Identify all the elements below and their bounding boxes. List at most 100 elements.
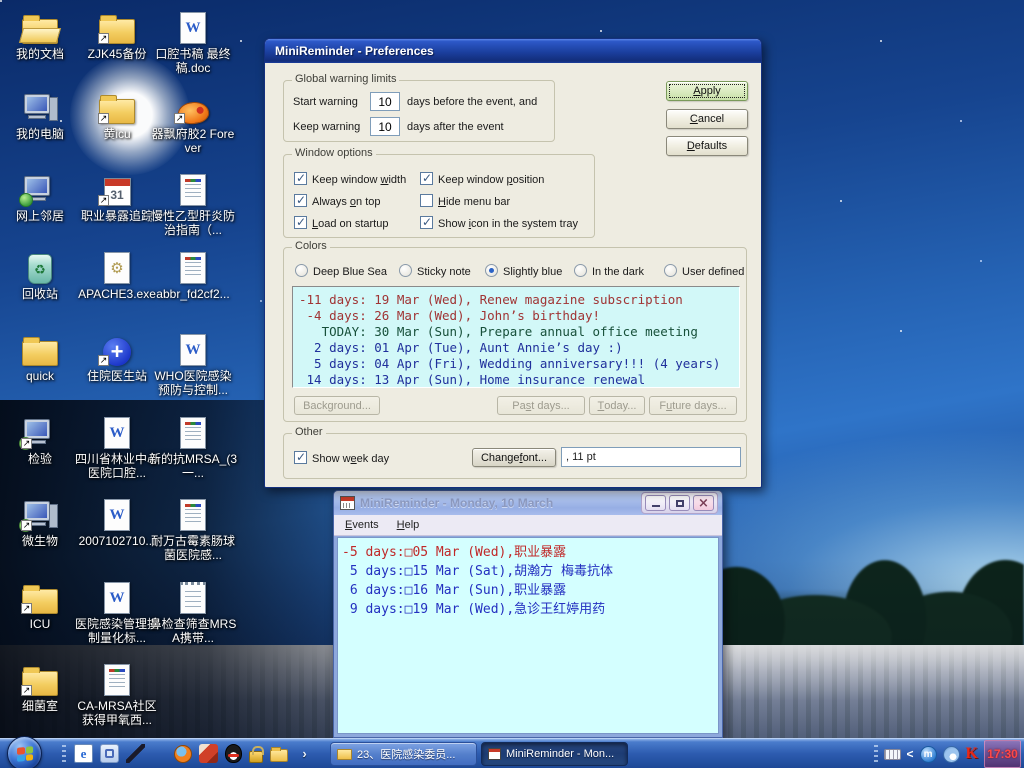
desktop-icon-2007-doc[interactable]: 2007102710... <box>73 493 161 548</box>
cancel-button[interactable]: Cancel <box>666 109 748 129</box>
desktop-icon-forever-app[interactable]: ↗器飘府胶2 Forever <box>149 86 237 155</box>
desktop-icon-apache3[interactable]: APACHE3.exe <box>73 246 161 301</box>
paint-icon[interactable] <box>199 744 218 763</box>
word-document-icon <box>104 417 130 449</box>
start-warning-label: Start warning <box>293 96 358 108</box>
checkbox-show-tray-icon[interactable]: Show icon in the system tray <box>420 216 578 230</box>
start-button[interactable] <box>7 736 42 768</box>
desktop-icon-abbr-file[interactable]: abbr_fd2cf2... <box>149 246 237 301</box>
desktop-icon-sichuan-doc[interactable]: 四川省林业中心医院口腔... <box>73 411 161 480</box>
keyboard-ime-icon[interactable] <box>884 749 901 760</box>
desktop-icon-ca-mrsa-doc[interactable]: CA-MRSA社区获得甲氧西... <box>73 658 161 727</box>
checkbox-show-week-day[interactable]: Show week day <box>294 451 389 465</box>
preview-line: TODAY: 30 Mar (Sun), Prepare annual offi… <box>299 324 733 340</box>
radio-deep-blue-sea[interactable]: Deep Blue Sea <box>295 264 387 278</box>
desktop-icon-new-mrsa[interactable]: 新的抗MRSA_(3一... <box>149 411 237 480</box>
taskbar-button-folder[interactable]: 23、医院感染委员... <box>330 742 477 766</box>
kingsoft-tray-icon[interactable]: K <box>966 745 978 763</box>
desktop-icon-who-doc[interactable]: WHO医院感染预防与控制... <box>149 328 237 397</box>
taskbar: e › 23、医院感染委员... MiniReminder - Mon... <… <box>0 738 1024 768</box>
today-button[interactable]: Today... <box>589 396 645 415</box>
checkbox-icon <box>294 451 307 464</box>
desktop-icon-bacteriology[interactable]: ↗细菌室 <box>0 658 84 713</box>
shortcut-arrow-icon: ↗ <box>21 520 32 531</box>
checkbox-keep-window-position[interactable]: Keep window position <box>420 172 544 186</box>
quick-launch-expand-icon[interactable]: › <box>295 744 314 763</box>
change-font-button[interactable]: Change font... <box>472 448 556 467</box>
keep-warning-label: Keep warning <box>293 121 360 133</box>
radio-slightly-blue[interactable]: Slightly blue <box>485 264 562 278</box>
firefox-icon[interactable] <box>174 745 192 763</box>
menu-events[interactable]: Events <box>338 517 386 533</box>
color-preview-box: -11 days: 19 Mar (Wed), Renew magazine s… <box>292 286 740 388</box>
word-document-icon <box>104 582 130 614</box>
group-legend: Window options <box>292 147 376 159</box>
defaults-button[interactable]: Defaults <box>666 136 748 156</box>
start-warning-input[interactable] <box>370 92 400 111</box>
desktop-icon-my-documents[interactable]: 我的文档 <box>0 6 84 61</box>
main-window-titlebar[interactable]: MiniReminder - Monday, 10 March × <box>334 491 722 515</box>
executable-icon <box>104 252 130 284</box>
past-days-button[interactable]: Past days... <box>497 396 585 415</box>
desktop-icon-nasal-screen-doc[interactable]: 鼻检查筛查MRSA携带... <box>149 576 237 645</box>
keep-warning-suffix: days after the event <box>407 121 504 133</box>
update-globe-icon[interactable] <box>943 746 960 763</box>
taskbar-clock[interactable]: 17:30 <box>984 740 1021 768</box>
pen-tool-icon[interactable] <box>126 744 145 763</box>
calendar-icon <box>488 748 501 760</box>
desktop-icon-doctor-station[interactable]: ↗住院医生站 <box>73 328 161 383</box>
menu-help[interactable]: Help <box>390 517 427 533</box>
window-options-group: Window options Keep window width Always … <box>283 154 595 238</box>
desktop-icon-lab-check[interactable]: ↗检验 <box>0 411 84 466</box>
preferences-titlebar[interactable]: MiniReminder - Preferences <box>265 39 761 63</box>
maximize-button[interactable] <box>669 495 690 511</box>
desktop-icon-my-computer[interactable]: 我的电脑 <box>0 86 84 141</box>
keep-warning-input[interactable] <box>370 117 400 136</box>
shortcut-arrow-icon: ↗ <box>174 113 185 124</box>
desktop-icon-huang-icu[interactable]: ↗黄icu <box>73 86 161 141</box>
minimize-button[interactable] <box>645 495 666 511</box>
computer-icon <box>22 94 58 124</box>
checkbox-load-on-startup[interactable]: Load on startup <box>294 216 388 230</box>
desktop-icon-word-doc[interactable]: 口腔书稿 最终稿.doc <box>149 6 237 75</box>
radio-user-defined[interactable]: User defined <box>664 264 744 278</box>
radio-icon <box>664 264 677 277</box>
desktop-icon-exposure-tracker[interactable]: ↗职业暴露追踪 <box>73 168 161 223</box>
checkbox-keep-window-width[interactable]: Keep window width <box>294 172 406 186</box>
desktop-icon-infection-mgmt-doc[interactable]: 医院感染管理控制量化标... <box>73 576 161 645</box>
radio-in-the-dark[interactable]: In the dark <box>574 264 644 278</box>
maxthon-tray-icon[interactable]: m <box>920 746 937 763</box>
qq-messenger-icon[interactable] <box>225 744 242 763</box>
desktop-icon-recycle-bin[interactable]: 回收站 <box>0 246 84 301</box>
event-list[interactable]: -5 days:□05 Mar (Wed),职业暴露 5 days:□15 Ma… <box>337 537 719 734</box>
radio-icon <box>574 264 587 277</box>
show-desktop-icon[interactable] <box>100 744 119 763</box>
ie-launch-icon[interactable]: e <box>74 744 93 763</box>
preferences-dialog: MiniReminder - Preferences Global warnin… <box>264 38 762 488</box>
desktop-icon-icu[interactable]: ↗ICU <box>0 576 84 631</box>
folder-launch-icon[interactable] <box>270 749 288 762</box>
desktop-icon-microbiology[interactable]: ↗微生物 <box>0 493 84 548</box>
checkbox-hide-menu-bar[interactable]: Hide menu bar <box>420 194 510 208</box>
desktop-icon-zjk45-backup[interactable]: ↗ZJK45备份 <box>73 6 161 61</box>
preview-line: 5 days: 04 Apr (Fri), Wedding anniversar… <box>299 356 733 372</box>
lock-icon[interactable] <box>249 751 263 763</box>
apply-button[interactable]: Apply <box>666 81 748 101</box>
app-calendar-icon <box>340 496 355 510</box>
tray-separator <box>874 745 878 763</box>
word-document-icon <box>104 499 130 531</box>
checkbox-always-on-top[interactable]: Always on top <box>294 194 381 208</box>
radio-sticky-note[interactable]: Sticky note <box>399 264 471 278</box>
desktop-icon-vre-doc[interactable]: 耐万古霉素肠球菌医院感... <box>149 493 237 562</box>
collapse-chevron-icon[interactable]: < <box>907 747 914 761</box>
taskbar-button-minireminder[interactable]: MiniReminder - Mon... <box>481 742 628 766</box>
desktop-icon-hepatitis-guide[interactable]: 慢性乙型肝炎防治指南（... <box>149 168 237 237</box>
font-value-field[interactable] <box>561 447 741 467</box>
close-button[interactable]: × <box>693 495 714 511</box>
desktop-icon-quick[interactable]: quick <box>0 328 84 383</box>
background-button[interactable]: Background... <box>294 396 380 415</box>
checkbox-icon <box>420 216 433 229</box>
desktop-icon-network-places[interactable]: 网上邻居 <box>0 168 84 223</box>
future-days-button[interactable]: Future days... <box>649 396 737 415</box>
msn-icon[interactable] <box>151 745 168 762</box>
